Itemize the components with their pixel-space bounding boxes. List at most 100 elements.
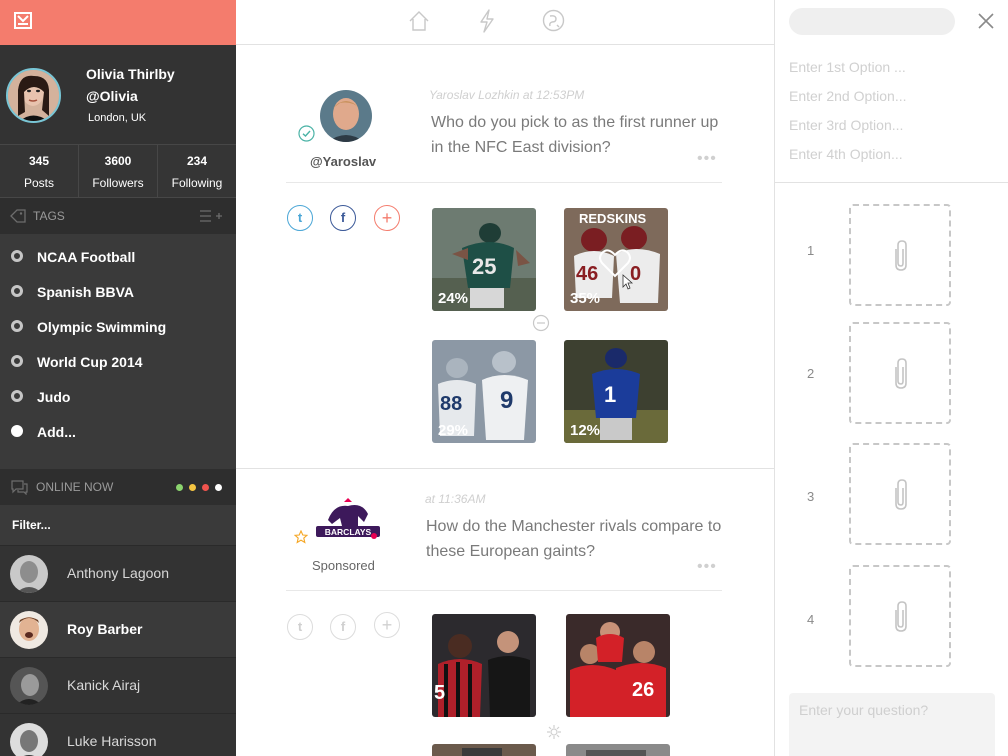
online-user[interactable]: Anthony Lagoon: [0, 545, 236, 601]
stat-value: 3600: [104, 154, 132, 168]
composer-search-input[interactable]: [789, 8, 955, 35]
settings-icon[interactable]: [546, 724, 562, 740]
sponsored-label: Sponsored: [312, 558, 375, 573]
jersey-number: 1: [604, 382, 616, 407]
poll-option-4[interactable]: [566, 744, 670, 756]
author-avatar[interactable]: [320, 90, 372, 142]
author-handle[interactable]: @Yaroslav: [310, 154, 376, 169]
poll-option-1[interactable]: 25 24%: [432, 208, 536, 311]
tag-item[interactable]: Olympic Swimming: [0, 309, 236, 344]
sponsor-logo[interactable]: BARCLAYS: [314, 498, 382, 546]
question-placeholder: Enter your question?: [799, 702, 929, 718]
main-feed: @Yaroslav Yaroslav Lozhkin at 12:53PM Wh…: [236, 0, 774, 756]
twitter-icon: t: [297, 210, 303, 225]
divider: [775, 182, 1008, 183]
image-upload-slot[interactable]: [849, 443, 951, 545]
add-list-icon[interactable]: [199, 209, 223, 223]
app-logo-icon[interactable]: [14, 12, 32, 29]
jersey-number: 9: [500, 387, 513, 414]
bullet-icon: [11, 285, 23, 297]
chat-icon: [11, 480, 28, 495]
online-header: ONLINE NOW: [0, 469, 236, 505]
poll-option-2[interactable]: 46 0 REDSKINS 35%: [564, 208, 668, 311]
plus-icon: +: [381, 615, 393, 635]
stat-followers[interactable]: 3600 Followers: [79, 145, 158, 197]
plus-icon: +: [381, 208, 393, 228]
image-upload-slot[interactable]: [849, 204, 951, 306]
facebook-icon: f: [340, 619, 346, 634]
online-user[interactable]: Roy Barber: [0, 601, 236, 657]
option-input[interactable]: Enter 2nd Option...: [789, 88, 907, 104]
poll-option-3[interactable]: [432, 744, 536, 756]
explore-icon[interactable]: [542, 9, 565, 32]
status-dot[interactable]: [176, 484, 183, 491]
more-options-icon[interactable]: •••: [697, 558, 717, 576]
status-dot[interactable]: [189, 484, 196, 491]
twitter-share-button[interactable]: t: [287, 614, 313, 640]
tag-icon: [10, 209, 26, 223]
star-icon[interactable]: [294, 530, 308, 544]
bullet-icon: [11, 390, 23, 402]
attachment-icon: [895, 358, 907, 389]
profile-handle: @Olivia: [86, 88, 138, 104]
home-icon[interactable]: [408, 10, 430, 32]
online-user[interactable]: Kanick Airaj: [0, 657, 236, 713]
image-upload-slot[interactable]: [849, 322, 951, 424]
profile-name: Olivia Thirlby: [86, 66, 175, 82]
tag-item[interactable]: Spanish BBVA: [0, 274, 236, 309]
vs-divider-icon: [532, 314, 550, 332]
tag-item[interactable]: Judo: [0, 379, 236, 414]
avatar[interactable]: [6, 68, 61, 123]
avatar: [10, 611, 48, 649]
option-input[interactable]: Enter 1st Option ...: [789, 59, 906, 75]
jersey-number: 26: [632, 679, 654, 701]
filter-field[interactable]: Filter...: [0, 505, 236, 545]
tag-label: Spanish BBVA: [37, 284, 134, 300]
question-input[interactable]: Enter your question?: [789, 693, 995, 756]
tag-item[interactable]: NCAA Football: [0, 239, 236, 274]
tag-item[interactable]: World Cup 2014: [0, 344, 236, 379]
attachment-icon: [895, 601, 907, 632]
vote-percentage: 12%: [570, 422, 601, 439]
sidebar: Olivia Thirlby @Olivia London, UK 345 Pos…: [0, 0, 236, 756]
facebook-icon: f: [340, 210, 346, 225]
top-nav: [236, 0, 774, 45]
status-dot[interactable]: [202, 484, 209, 491]
facebook-share-button[interactable]: f: [330, 205, 356, 231]
option-input[interactable]: Enter 3rd Option...: [789, 117, 903, 133]
activity-icon[interactable]: [478, 9, 496, 33]
stat-posts[interactable]: 345 Posts: [0, 145, 79, 197]
bullet-icon: [11, 250, 23, 262]
status-dot[interactable]: [215, 484, 222, 491]
poll-option-2[interactable]: 26: [566, 614, 670, 717]
option-input[interactable]: Enter 4th Option...: [789, 146, 903, 162]
divider: [286, 590, 722, 591]
stat-value: 234: [186, 154, 208, 168]
facebook-share-button[interactable]: f: [330, 614, 356, 640]
bullet-icon: [11, 355, 23, 367]
add-tag-item[interactable]: Add...: [0, 414, 236, 449]
stat-following[interactable]: 234 Following: [158, 145, 236, 197]
user-name: Kanick Airaj: [67, 677, 141, 693]
tags-header: TAGS: [0, 198, 236, 234]
stat-label: Posts: [23, 176, 54, 190]
tag-label: Add...: [37, 424, 76, 440]
poll-option-3[interactable]: 88 9 29%: [432, 340, 536, 443]
twitter-share-button[interactable]: t: [287, 205, 313, 231]
filter-placeholder: Filter...: [12, 518, 51, 532]
tag-label: World Cup 2014: [37, 354, 143, 370]
image-upload-slot[interactable]: [849, 565, 951, 667]
poll-option-4[interactable]: 1 12%: [564, 340, 668, 443]
add-button[interactable]: +: [374, 612, 400, 638]
vote-percentage: 29%: [438, 422, 469, 439]
sponsored-post: BARCLAYS Sponsored at 11:36AM How do the…: [236, 470, 774, 756]
more-options-icon[interactable]: •••: [697, 150, 717, 168]
sponsor-brand-text: BARCLAYS: [325, 527, 372, 537]
poll-option-1[interactable]: 5: [432, 614, 536, 717]
online-user[interactable]: Luke Harisson: [0, 713, 236, 756]
profile-panel: Olivia Thirlby @Olivia London, UK: [0, 45, 236, 144]
bullet-icon: [11, 425, 23, 437]
slot-number: 2: [807, 366, 815, 381]
close-icon[interactable]: [977, 12, 995, 30]
add-button[interactable]: +: [374, 205, 400, 231]
